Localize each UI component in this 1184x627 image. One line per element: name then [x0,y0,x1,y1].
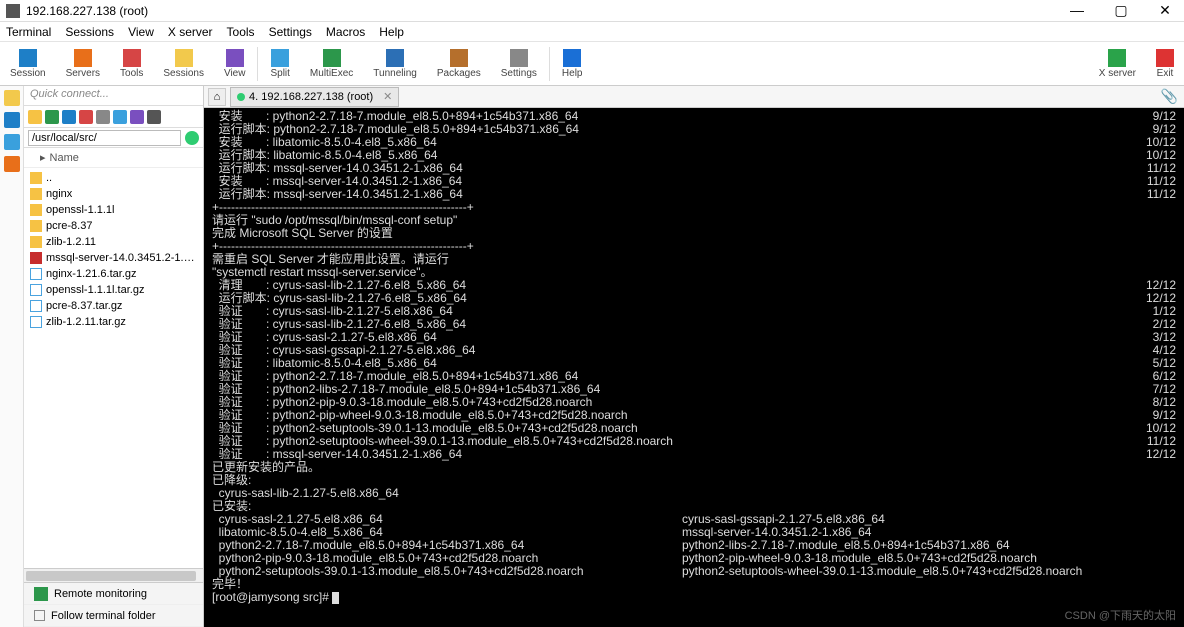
main-toolbar: SessionServersToolsSessionsViewSplitMult… [0,42,1184,86]
file-row[interactable]: openssl-1.1.1l.tar.gz [24,282,203,298]
close-button[interactable]: ✕ [1152,2,1178,19]
terminal-tabs: ⌂ 4. 192.168.227.138 (root) ✕ 📎 [204,86,1184,108]
file-row[interactable]: zlib-1.2.11.tar.gz [24,314,203,330]
menu-help[interactable]: Help [379,25,404,39]
view-icon [226,49,244,67]
status-dot-icon [237,93,245,101]
toolbar-packages[interactable]: Packages [427,47,491,81]
menu-settings[interactable]: Settings [269,25,312,39]
gz-icon [30,268,42,280]
folder-icon [30,220,42,232]
file-row[interactable]: mssql-server-14.0.3451.2-1.x86_64.rpm [24,250,203,266]
quick-connect[interactable]: Quick connect... [24,86,203,106]
toolbar-tools[interactable]: Tools [110,47,153,81]
toolbar-split[interactable]: Split [260,47,299,81]
settings-icon[interactable] [147,110,161,124]
exit-icon [1156,49,1174,67]
settings-icon [510,49,528,67]
app-icon [6,4,20,18]
toolbar-sessions[interactable]: Sessions [153,47,214,81]
up-icon[interactable] [62,110,76,124]
menu-bar: Terminal Sessions View X server Tools Setting… [0,22,1184,42]
close-tab-icon[interactable]: ✕ [383,90,392,103]
menu-macros[interactable]: Macros [326,25,365,39]
file-row[interactable]: pcre-8.37 [24,218,203,234]
x server-icon [1108,49,1126,67]
folder-icon [30,172,42,184]
arrow-icon[interactable] [4,134,20,150]
toolbar-settings[interactable]: Settings [491,47,547,81]
file-row[interactable]: nginx-1.21.6.tar.gz [24,266,203,282]
file-row[interactable]: openssl-1.1.1l [24,202,203,218]
folder-icon[interactable] [28,110,42,124]
help-icon [563,49,581,67]
minimize-button[interactable]: — [1064,2,1090,19]
follow-terminal-toggle[interactable]: Follow terminal folder [24,605,203,627]
toolbar-help[interactable]: Help [552,47,593,81]
watermark: CSDN @下雨天的太阳 [1065,607,1176,623]
globe-icon[interactable] [4,112,20,128]
paperclip-icon[interactable]: 📎 [1161,88,1178,105]
home-tab[interactable]: ⌂ [208,88,226,106]
toolbar-multiexec[interactable]: MultiExec [300,47,363,81]
file-row[interactable]: .. [24,170,203,186]
menu-x-server[interactable]: X server [168,25,213,39]
toolbar-session[interactable]: Session [0,47,56,81]
sessions-icon [175,49,193,67]
path-input[interactable] [28,130,181,146]
menu-tools[interactable]: Tools [227,25,255,39]
remote-monitoring-button[interactable]: Remote monitoring [24,583,203,605]
file-row[interactable]: pcre-8.37.tar.gz [24,298,203,314]
info-icon[interactable] [130,110,144,124]
file-list-header[interactable]: ▸Name [24,148,203,168]
multiexec-icon [323,49,341,67]
edit-icon[interactable] [113,110,127,124]
toolbar-tunneling[interactable]: Tunneling [363,47,427,81]
packages-icon [450,49,468,67]
terminal-output[interactable]: 安装 : python2-2.7.18-7.module_el8.5.0+894… [204,108,1184,627]
gz-icon [30,316,42,328]
refresh-icon[interactable] [45,110,59,124]
rpm-icon [30,252,42,264]
toolbar-view[interactable]: View [214,47,256,81]
window-titlebar: 192.168.227.138 (root) — ▢ ✕ [0,0,1184,22]
session-tab[interactable]: 4. 192.168.227.138 (root) ✕ [230,87,399,107]
session-icon [19,49,37,67]
horizontal-scrollbar[interactable] [24,568,203,582]
gz-icon [30,300,42,312]
toolbar-x server[interactable]: X server [1089,47,1146,81]
file-browser-panel: Quick connect... ▸Name ..nginxopenssl-1.… [24,86,204,627]
toolbar-exit[interactable]: Exit [1146,47,1184,81]
tunneling-icon [386,49,404,67]
maximize-button[interactable]: ▢ [1108,2,1134,19]
toolbar-servers[interactable]: Servers [56,47,110,81]
star-icon[interactable] [4,90,20,106]
menu-sessions[interactable]: Sessions [65,25,114,39]
vertical-sidebar [0,86,24,627]
panel-toolbar [24,106,203,128]
folder-icon [30,188,42,200]
gz-icon [30,284,42,296]
path-row [24,128,203,148]
folder-icon [30,204,42,216]
split-icon [271,49,289,67]
servers-icon [74,49,92,67]
checkbox-icon[interactable] [34,610,45,621]
file-list[interactable]: ..nginxopenssl-1.1.1lpcre-8.37zlib-1.2.1… [24,168,203,568]
menu-terminal[interactable]: Terminal [6,25,51,39]
file-row[interactable]: nginx [24,186,203,202]
home-icon[interactable] [79,110,93,124]
folder-icon [30,236,42,248]
menu-view[interactable]: View [128,25,154,39]
monitor-icon [34,587,48,601]
file-row[interactable]: zlib-1.2.11 [24,234,203,250]
ok-icon [185,131,199,145]
tools-icon [123,49,141,67]
terminal-area: ⌂ 4. 192.168.227.138 (root) ✕ 📎 安装 : pyt… [204,86,1184,627]
disk-icon[interactable] [4,156,20,172]
window-title: 192.168.227.138 (root) [26,4,1064,18]
new-icon[interactable] [96,110,110,124]
